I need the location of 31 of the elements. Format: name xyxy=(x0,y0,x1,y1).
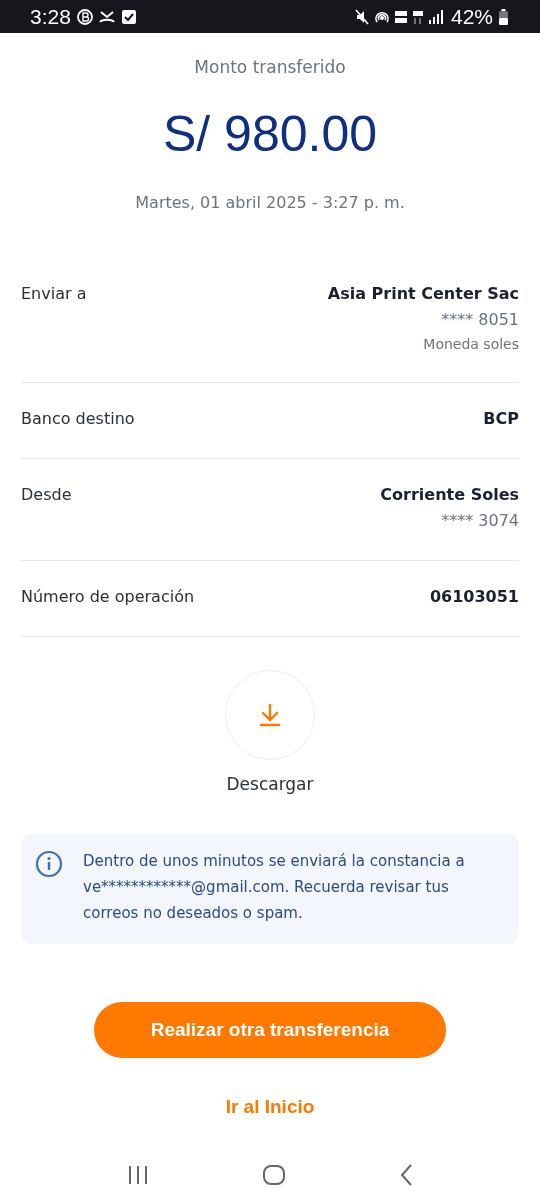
detail-label: Número de operación xyxy=(21,587,195,606)
transfer-date: Martes, 01 abril 2025 - 3:27 p. m. xyxy=(135,193,405,212)
home-link[interactable]: Ir al Inicio xyxy=(225,1096,315,1118)
detail-value: Corriente Soles xyxy=(380,485,519,504)
download-label: Descargar xyxy=(226,774,314,794)
info-icon xyxy=(35,850,63,878)
battery-percent: 42% xyxy=(450,4,493,29)
home-icon[interactable] xyxy=(262,1164,286,1186)
status-time: 3:28 xyxy=(30,4,71,29)
detail-value: Asia Print Center Sac xyxy=(327,284,519,303)
amount-label: Monto transferido xyxy=(194,57,346,77)
detail-value: **** 3074 xyxy=(441,511,519,530)
new-transfer-button[interactable]: Realizar otra transferencia xyxy=(94,1002,446,1058)
detail-label: Banco destino xyxy=(21,409,135,428)
mute-icon xyxy=(354,8,369,25)
info-text: Dentro de unos minutos se enviará la constancia a ve************@gmail.com. Recuerda revisar tus correos no deseados o spam. xyxy=(83,851,466,924)
battery-icon xyxy=(499,8,508,25)
hotspot-icon xyxy=(374,9,389,24)
detail-value: 06103051 xyxy=(429,587,519,606)
checkbox-icon xyxy=(120,8,137,25)
detail-value: BCP xyxy=(483,409,519,428)
detail-value: Moneda soles xyxy=(423,336,519,352)
download-icon xyxy=(259,703,281,727)
detail-label: Enviar a xyxy=(21,284,87,305)
back-icon[interactable] xyxy=(399,1163,414,1187)
detail-value: **** 8051 xyxy=(441,310,519,329)
business-chat-icon xyxy=(76,8,93,25)
detail-label: Desde xyxy=(21,485,72,506)
signal-icon xyxy=(428,9,443,24)
recent-apps-icon[interactable] xyxy=(126,1165,149,1185)
amount-value: S/ 980.00 xyxy=(162,105,378,163)
